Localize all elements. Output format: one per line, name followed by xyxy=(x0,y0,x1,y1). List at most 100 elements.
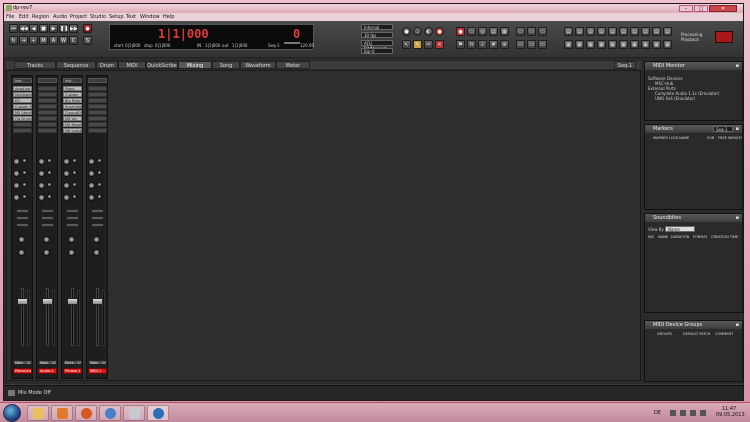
midi-keyboard-icon[interactable]: ▭ xyxy=(467,27,476,36)
insert-slot[interactable] xyxy=(88,86,107,91)
record-arm-button[interactable] xyxy=(41,223,54,227)
send-level-knob[interactable] xyxy=(47,182,52,187)
send-level-knob[interactable] xyxy=(22,182,27,187)
col-ins[interactable]: INS xyxy=(648,235,654,239)
tab-options-menu[interactable]: Seq-1 xyxy=(614,61,636,69)
status-text[interactable]: Mix Mode Off xyxy=(18,390,51,396)
track-name[interactable]: MIDI-1 xyxy=(88,368,107,374)
col-creation-time[interactable]: CREATION TIME xyxy=(711,235,738,239)
send-level-knob[interactable] xyxy=(97,194,102,199)
view-8-icon[interactable]: ▤ xyxy=(641,27,650,36)
tree-uno[interactable]: UNO 4x4 (Emulator) xyxy=(655,96,695,101)
output-assign[interactable]: Main - 1/2 xyxy=(13,360,32,365)
auto-button[interactable]: A xyxy=(49,36,58,45)
dp-app-icon[interactable] xyxy=(147,405,169,421)
send-knob[interactable] xyxy=(63,158,70,165)
send-knob[interactable] xyxy=(88,194,95,201)
send-knob[interactable] xyxy=(63,170,70,177)
insert-slot[interactable]: MX Stereo xyxy=(13,110,32,115)
pan-knob[interactable] xyxy=(18,236,25,243)
tray-volume-icon[interactable] xyxy=(690,410,696,416)
menu-studio[interactable]: Studio xyxy=(90,14,106,20)
list-view-icon[interactable]: ≡ xyxy=(500,40,509,49)
record-arm-button[interactable] xyxy=(16,223,29,227)
view-12-icon[interactable]: ▦ xyxy=(575,40,584,49)
zoom-icon[interactable]: ⌕ xyxy=(478,40,487,49)
back-button[interactable]: ◀ xyxy=(29,24,38,33)
play-button[interactable]: ▶ xyxy=(49,24,58,33)
shortcut-4-icon[interactable]: ▭ xyxy=(516,40,525,49)
insert-slot[interactable] xyxy=(38,122,57,127)
shortcut-1-icon[interactable]: ▭ xyxy=(516,27,525,36)
solo-button[interactable] xyxy=(16,216,29,220)
markers-sequence-dropdown[interactable]: Seq-1 xyxy=(713,126,733,132)
record-button[interactable]: ● xyxy=(83,24,92,33)
insert-slot[interactable] xyxy=(38,104,57,109)
col-default-patch[interactable]: DEFAULT PATCH xyxy=(683,332,710,336)
view-4-icon[interactable]: ▤ xyxy=(597,27,606,36)
frame-rate-dropdown[interactable]: 30 fps xyxy=(361,32,393,38)
output-assign[interactable]: Main - 1/2 xyxy=(38,360,57,365)
send-knob[interactable] xyxy=(63,194,70,201)
insert-slot[interactable]: Fat Drums xyxy=(13,116,32,121)
channel-select[interactable] xyxy=(88,78,107,83)
menu-window[interactable]: Window xyxy=(140,14,160,20)
mixer-view-icon[interactable]: ▤ xyxy=(489,27,498,36)
minimize-button[interactable]: – xyxy=(679,5,693,12)
col-name[interactable]: NAME xyxy=(679,136,689,140)
menu-audio[interactable]: Audio xyxy=(53,14,67,20)
pencil-tool-icon[interactable]: ✎ xyxy=(413,40,422,49)
eraser-tool-icon[interactable]: ✕ xyxy=(435,40,444,49)
tempo-slider[interactable] xyxy=(284,42,300,44)
overdub-button[interactable]: + xyxy=(29,36,38,45)
send-knob[interactable] xyxy=(88,158,95,165)
send-knob[interactable] xyxy=(38,194,45,201)
insert-slot[interactable] xyxy=(38,92,57,97)
solo-button[interactable] xyxy=(66,216,79,220)
send-knob[interactable] xyxy=(38,182,45,189)
close-icon[interactable]: ▪ xyxy=(736,125,739,133)
insert-slot[interactable] xyxy=(88,122,107,127)
view-20-icon[interactable]: ▦ xyxy=(663,40,672,49)
forward-button[interactable]: ▶▶ xyxy=(69,24,78,33)
insert-slot[interactable]: MX Reverb xyxy=(63,122,82,127)
send-level-knob[interactable] xyxy=(47,194,52,199)
send-level-knob[interactable] xyxy=(72,182,77,187)
solo-button[interactable] xyxy=(41,216,54,220)
start-button[interactable] xyxy=(3,404,21,422)
close-icon[interactable]: ▪ xyxy=(736,321,739,329)
media-player-icon[interactable] xyxy=(51,405,73,421)
rewind-button[interactable]: ◀◀ xyxy=(19,24,28,33)
insert-slot[interactable] xyxy=(88,92,107,97)
insert-slot[interactable] xyxy=(88,98,107,103)
view-2-icon[interactable]: ▤ xyxy=(575,27,584,36)
col-duration[interactable]: DURATION xyxy=(671,235,689,239)
track-name[interactable]: Phrase-1 xyxy=(63,368,82,374)
sync-button[interactable]: S xyxy=(83,36,92,45)
view-1-icon[interactable]: ▤ xyxy=(564,27,573,36)
insert-slot[interactable]: Custom xyxy=(63,92,82,97)
mute-button[interactable] xyxy=(16,209,29,213)
volume-knob[interactable] xyxy=(93,249,100,256)
insert-slot[interactable] xyxy=(88,128,107,133)
mix-mode-icon[interactable] xyxy=(8,390,15,396)
pan-knob[interactable] xyxy=(43,236,50,243)
send-level-knob[interactable] xyxy=(72,170,77,175)
send-knob[interactable] xyxy=(13,194,20,201)
sync-source-dropdown[interactable]: Internal xyxy=(361,24,393,30)
pan-knob[interactable] xyxy=(68,236,75,243)
volume-knob[interactable] xyxy=(68,249,75,256)
view-17-icon[interactable]: ▦ xyxy=(630,40,639,49)
stop-button[interactable]: ■ xyxy=(39,24,48,33)
menu-help[interactable]: Help xyxy=(163,14,174,20)
channel-select[interactable]: Inst - playback xyxy=(63,78,82,83)
output-assign[interactable]: Mute - 1/2 xyxy=(63,360,82,365)
insert-slot[interactable]: Ensemble xyxy=(63,104,82,109)
send-level-knob[interactable] xyxy=(72,158,77,163)
title-bar[interactable]: dp-rev7 – □ ✕ xyxy=(4,4,743,13)
pan-knob[interactable] xyxy=(93,236,100,243)
insert-slot[interactable] xyxy=(38,128,57,133)
wait-button[interactable]: W xyxy=(59,36,68,45)
channel-select[interactable] xyxy=(38,78,57,83)
output-assign[interactable]: Main - 1/2 xyxy=(88,360,107,365)
